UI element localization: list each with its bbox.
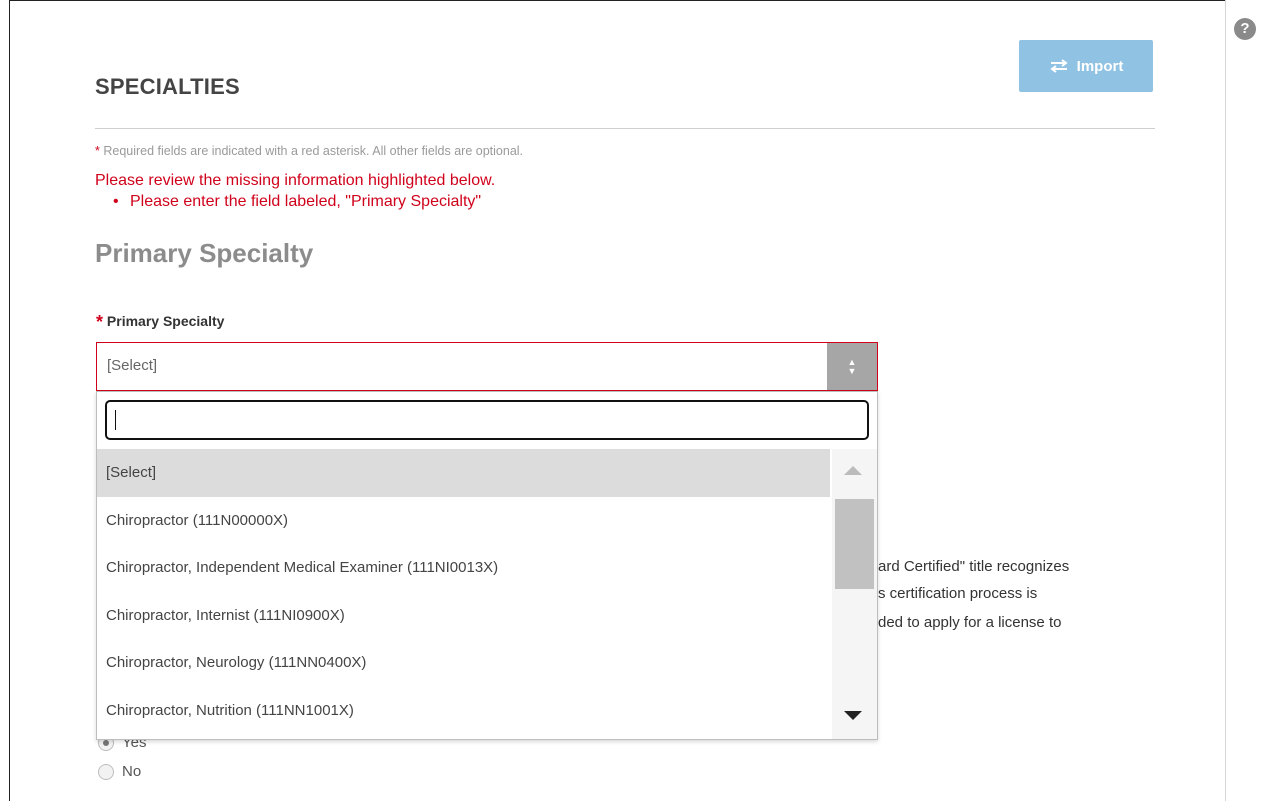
bullet-icon: • [113, 193, 119, 210]
dropdown-option[interactable]: Chiropractor, Neurology (111NN0400X) [97, 639, 830, 687]
import-icon [1049, 59, 1069, 73]
required-asterisk: * [96, 312, 104, 332]
scroll-thumb[interactable] [835, 499, 874, 589]
help-icon[interactable]: ? [1234, 18, 1256, 40]
required-text: Required fields are indicated with a red… [103, 144, 524, 158]
chevron-updown-icon[interactable]: ▲ ▼ [827, 343, 877, 390]
text-caret [115, 410, 116, 430]
scroll-up-icon[interactable] [844, 466, 862, 475]
dropdown-search-input[interactable] [105, 400, 869, 440]
select-value: [Select] [107, 357, 158, 374]
section-heading: Primary Specialty [95, 238, 314, 268]
import-label: Import [1076, 57, 1124, 75]
primary-specialty-select[interactable]: [Select] ▲ ▼ [96, 342, 878, 391]
dropdown-scrollbar[interactable] [832, 449, 877, 739]
dropdown-option[interactable]: [Select] [97, 449, 830, 497]
background-text: ard Certified" title recognizes [878, 558, 1070, 575]
error-summary: Please review the missing information hi… [95, 172, 496, 189]
dropdown-options: [Select] Chiropractor (111N00000X) Chiro… [97, 449, 830, 739]
divider [95, 128, 1155, 129]
dropdown-option[interactable]: Chiropractor (111N00000X) [97, 497, 830, 545]
dropdown-option[interactable]: Chiropractor, Internist (111NI0900X) [97, 592, 830, 640]
dropdown-option[interactable]: Chiropractor, Independent Medical Examin… [97, 544, 830, 592]
dropdown-option[interactable]: Chiropractor, Nutrition (111NN1001X) [97, 687, 830, 735]
specialty-dropdown: [Select] Chiropractor (111N00000X) Chiro… [96, 391, 878, 740]
required-asterisk: * [95, 144, 100, 158]
background-text: ded to apply for a license to [878, 614, 1062, 631]
radio-no-button[interactable] [98, 763, 114, 780]
import-button[interactable]: Import [1019, 40, 1153, 92]
required-note: * Required fields are indicated with a r… [95, 144, 523, 158]
primary-specialty-label-text: Primary Specialty [106, 313, 225, 329]
page-title: SPECIALTIES [95, 74, 240, 99]
error-item: • Please enter the field labeled, "Prima… [113, 193, 482, 211]
side-rail [1225, 0, 1285, 801]
error-item-text: Please enter the field labeled, "Primary… [130, 193, 482, 210]
radio-no-label: No [122, 763, 142, 780]
primary-specialty-label: * Primary Specialty [96, 310, 225, 332]
scroll-down-icon[interactable] [844, 711, 862, 720]
background-text: s certification process is [878, 585, 1038, 602]
radio-no[interactable]: No [98, 763, 141, 780]
